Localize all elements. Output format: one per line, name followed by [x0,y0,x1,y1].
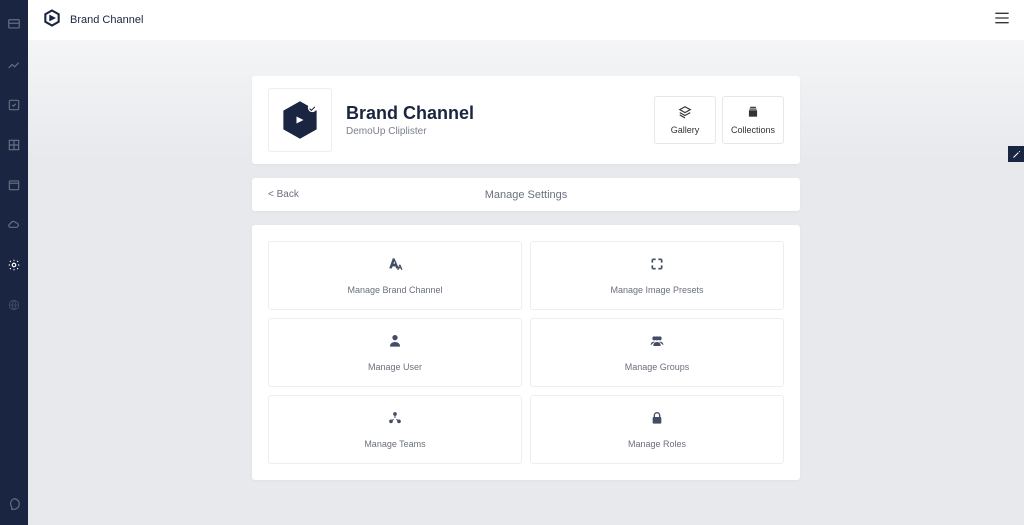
logo[interactable]: Brand Channel [42,8,143,33]
main: Brand Channel Brand Channel DemoUp Clip [28,0,1024,525]
groups-icon [648,333,666,354]
breadcrumb: < Back Manage Settings [252,178,800,211]
topbar: Brand Channel [28,0,1024,40]
brand-name: Brand Channel [70,14,143,26]
user-icon [386,333,404,354]
sidebar-item-analytics[interactable] [7,58,21,72]
tile-label: Manage Image Presets [610,285,703,295]
tile-label: Manage Brand Channel [347,285,442,295]
title-block: Brand Channel DemoUp Cliplister [346,103,640,137]
sidebar-item-calendar[interactable] [7,178,21,192]
edit-tab[interactable] [1008,146,1024,162]
tile-manage-user[interactable]: Manage User [268,318,522,387]
svg-text:A: A [398,264,403,271]
gallery-button[interactable]: Gallery [654,96,716,144]
tile-manage-teams[interactable]: Manage Teams [268,395,522,464]
tile-manage-groups[interactable]: Manage Groups [530,318,784,387]
sidebar-item-grid[interactable] [7,138,21,152]
hamburger-menu[interactable] [994,11,1010,29]
channel-avatar[interactable] [268,88,332,152]
channel-title: Brand Channel [346,103,640,124]
sidebar-item-dashboard[interactable] [7,18,21,32]
channel-subtitle: DemoUp Cliplister [346,126,640,137]
back-link[interactable]: < Back [268,189,299,200]
lock-icon [648,410,666,431]
content: Brand Channel DemoUp Cliplister Gallery [28,40,1024,525]
tile-label: Manage Roles [628,439,686,449]
sidebar-item-settings[interactable] [7,258,21,272]
sidebar-item-globe[interactable] [7,298,21,312]
collections-icon [746,105,760,121]
settings-grid-card: A Manage Brand Channel Manage Image Pres… [252,225,800,480]
collections-button[interactable]: Collections [722,96,784,144]
collections-label: Collections [731,125,775,135]
header-card: Brand Channel DemoUp Cliplister Gallery [252,76,800,164]
sidebar [0,0,28,525]
sidebar-item-cloud[interactable] [7,218,21,232]
teams-icon [386,410,404,431]
layers-icon [678,105,692,121]
gallery-label: Gallery [671,125,700,135]
sidebar-item-approve[interactable] [7,98,21,112]
font-icon: A [386,256,404,277]
page-title: Manage Settings [485,189,568,201]
tile-manage-roles[interactable]: Manage Roles [530,395,784,464]
tile-label: Manage User [368,362,422,372]
crop-icon [648,256,666,277]
tile-manage-brand-channel[interactable]: A Manage Brand Channel [268,241,522,310]
sidebar-item-help[interactable] [7,497,21,511]
tile-label: Manage Groups [625,362,690,372]
logo-icon [42,8,62,33]
tile-label: Manage Teams [364,439,425,449]
tile-manage-image-presets[interactable]: Manage Image Presets [530,241,784,310]
